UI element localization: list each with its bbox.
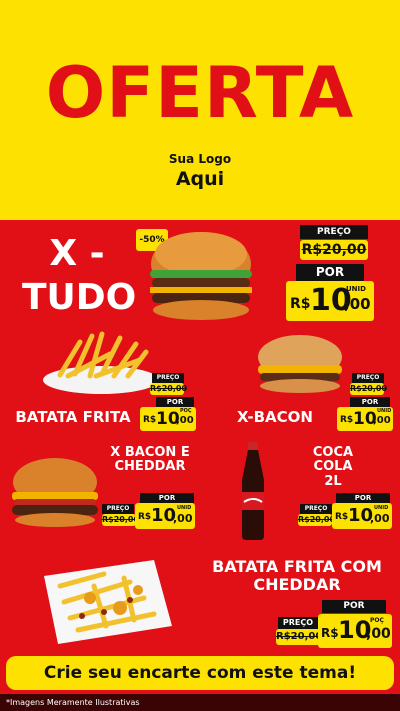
old-price: R$20,00 [276,629,323,645]
preco-label: PREÇO [102,504,134,514]
unit-label: UNID [346,285,366,293]
price-dec: ,00 [366,626,391,642]
product-name-xbaconcheddar: X BACON E CHEDDAR [100,445,200,475]
price-box: R$ 10 ,00 UNID [332,503,392,529]
old-price: R$20,00 [150,383,188,395]
logo-line-2: Aqui [175,168,225,190]
price-dec: ,00 [373,415,391,426]
unit-label: POÇ [370,617,384,624]
product-name-xtudo: X - TUDO [22,233,137,318]
product-name-line1: COCA COLA [312,445,354,475]
unit-label: UNID [374,505,389,511]
preco-label: PREÇO [300,504,332,514]
product-name-line2: 2L [324,473,342,489]
product-name-line1: X BACON E [110,445,190,460]
old-price-value: R$20,00 [276,631,323,642]
currency: R$ [335,512,349,522]
preco-label: PREÇO [278,617,318,629]
page-title: OFERTA [45,52,355,134]
soda-bottle-icon [242,442,264,540]
por-label: POR [336,493,390,503]
price-box: R$ 10 ,00 POÇ [140,407,196,431]
old-price: R$20,00 [298,514,336,526]
price-dec: ,00 [173,512,193,525]
preco-label: PREÇO [352,373,384,383]
cta-banner[interactable]: Crie seu encarte com este tema! [6,656,394,690]
product-name-line1: X - [49,233,105,274]
currency: R$ [321,626,339,640]
cheese-fries-icon [44,560,172,644]
por-label: POR [156,397,194,407]
currency: R$ [143,415,157,425]
price-box: R$ 10 ,00 UNID [286,281,374,321]
old-price-value: R$20,00 [150,384,188,393]
fries-icon [43,331,159,394]
por-label: POR [296,264,364,281]
price-box: R$ 10 ,00 POÇ [318,614,392,648]
unit-label: UNID [377,408,392,414]
burger-icon [258,335,342,393]
price-dec: ,00 [176,415,194,426]
product-name-xbacon: X-BACON [237,408,313,426]
price-dec: ,00 [370,512,390,525]
old-price: R$20,00 [102,514,140,526]
preco-label: PREÇO [152,373,184,383]
price-box: R$ 10 ,00 UNID [337,407,393,431]
preco-label: PREÇO [300,225,368,239]
currency: R$ [138,512,152,522]
por-label: POR [350,397,390,407]
product-name-line2: TUDO [22,276,137,318]
por-label: POR [322,600,386,613]
currency: R$ [290,296,311,312]
product-name-batatacheddar: BATATA FRITA COM CHEDDAR [200,558,394,593]
por-label: POR [140,493,194,503]
unit-label: POÇ [180,408,192,414]
product-name-batata: BATATA FRITA [15,408,131,426]
burger-icon [12,458,98,527]
old-price-value: R$20,00 [102,515,140,524]
currency: R$ [340,415,354,425]
unit-label: UNID [177,505,192,511]
logo-line-1: Sua Logo [168,152,232,166]
old-price-value: R$20,00 [298,515,336,524]
old-price: R$20,00 [350,383,388,395]
product-name-coca: COCA COLA 2L [300,445,366,489]
product-name-line2: CHEDDAR [253,574,341,594]
burger-icon [150,232,252,320]
price-dec: ,00 [344,295,371,313]
old-price-value: R$20,00 [301,242,367,258]
disclaimer-text: *Imagens Meramente Ilustrativas [0,694,400,711]
old-price-value: R$20,00 [350,384,388,393]
price-box: R$ 10 ,00 UNID [135,503,195,529]
product-name-line1: BATATA FRITA COM [212,557,382,576]
old-price: R$20,00 [300,240,368,260]
product-name-line2: CHEDDAR [114,459,186,475]
